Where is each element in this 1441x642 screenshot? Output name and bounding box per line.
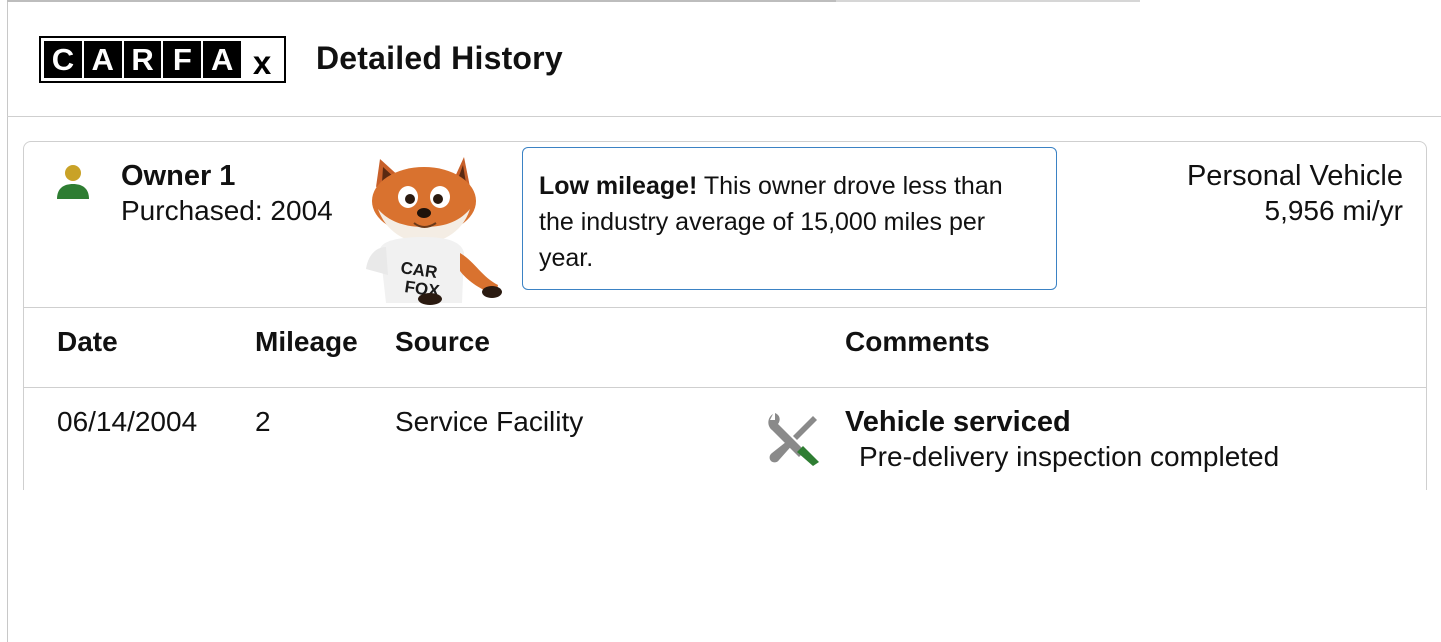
column-header-comments: Comments bbox=[845, 326, 990, 357]
event-detail: Pre-delivery inspection completed bbox=[859, 441, 1280, 472]
event-title: Vehicle serviced bbox=[845, 406, 1071, 438]
person-icon bbox=[57, 165, 89, 199]
logo-letter: F bbox=[163, 41, 202, 78]
logo-letter: A bbox=[203, 41, 242, 78]
carfax-logo: C A R F A x bbox=[39, 36, 286, 83]
page-title: Detailed History bbox=[316, 40, 563, 76]
table-top-divider bbox=[23, 307, 1427, 308]
low-mileage-callout: Low mileage! This owner drove less than … bbox=[522, 147, 1057, 290]
logo-letter: A bbox=[83, 41, 122, 78]
logo-letter: C bbox=[44, 41, 82, 78]
column-header-mileage: Mileage bbox=[255, 326, 358, 357]
table-header-divider bbox=[23, 387, 1427, 388]
service-tools-icon bbox=[768, 413, 819, 466]
logo-letter: R bbox=[123, 41, 162, 78]
row-mileage: 2 bbox=[255, 406, 271, 437]
row-source: Service Facility bbox=[395, 406, 584, 437]
callout-heading: Low mileage! bbox=[539, 172, 698, 200]
usage-type: Personal Vehicle bbox=[1186, 160, 1403, 192]
column-header-source: Source bbox=[395, 326, 490, 357]
owner-purchased-year: Purchased: 2004 bbox=[121, 195, 333, 226]
annual-mileage: 5,956 mi/yr bbox=[1264, 195, 1404, 226]
column-header-date: Date bbox=[57, 326, 118, 357]
owner-title: Owner 1 bbox=[121, 160, 236, 192]
cropped-page-area bbox=[8, 490, 1441, 642]
carfox-mascot-illustration: CAR FOX bbox=[366, 157, 502, 305]
row-date: 06/14/2004 bbox=[57, 406, 198, 437]
logo-letter: x bbox=[243, 41, 281, 79]
